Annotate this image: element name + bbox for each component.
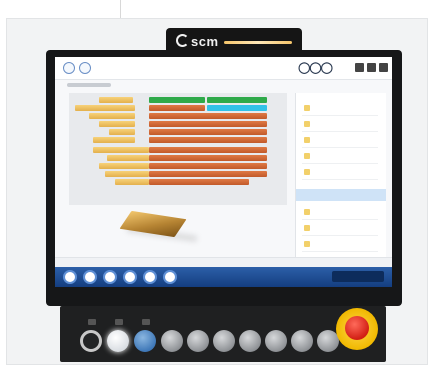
list-item[interactable] <box>302 117 378 132</box>
edit-icon[interactable] <box>143 270 157 284</box>
print-icon[interactable] <box>103 270 117 284</box>
grey-button[interactable] <box>291 330 313 352</box>
machine-icon[interactable] <box>63 270 77 284</box>
lumber-piece[interactable] <box>149 171 267 177</box>
lumber-piece[interactable] <box>149 163 267 169</box>
lumber-piece[interactable] <box>99 97 133 103</box>
window-restore-icon[interactable] <box>367 63 376 72</box>
lumber-piece[interactable] <box>109 129 135 135</box>
list-item[interactable] <box>302 101 378 116</box>
parameters-panel <box>295 93 386 257</box>
item-icon <box>304 241 310 247</box>
lumber-piece[interactable] <box>149 129 267 135</box>
lumber-piece[interactable] <box>115 179 149 185</box>
list-item[interactable] <box>302 133 378 148</box>
lumber-piece[interactable] <box>149 113 267 119</box>
lumber-piece[interactable] <box>149 137 267 143</box>
window-close-icon[interactable] <box>379 63 388 72</box>
home-icon[interactable] <box>63 62 75 74</box>
brand-logo: scm <box>176 34 219 49</box>
lumber-piece[interactable] <box>89 113 135 119</box>
brand-tag <box>332 271 384 282</box>
item-icon <box>304 121 310 127</box>
window-minimize-icon[interactable] <box>355 63 364 72</box>
grey-button[interactable] <box>213 330 235 352</box>
grey-button[interactable] <box>265 330 287 352</box>
lumber-piece[interactable] <box>99 121 135 127</box>
list-item[interactable] <box>302 205 378 220</box>
page-divider <box>120 0 121 18</box>
indicator-icon <box>142 319 150 325</box>
lumber-piece[interactable] <box>75 105 135 111</box>
item-icon <box>304 153 310 159</box>
lumber-piece[interactable] <box>99 163 149 169</box>
grey-button[interactable] <box>161 330 183 352</box>
breadcrumb <box>67 83 111 87</box>
grey-button[interactable] <box>239 330 261 352</box>
lumber-piece[interactable] <box>105 171 149 177</box>
blue-button[interactable] <box>134 330 156 352</box>
list-item[interactable] <box>302 149 378 164</box>
item-icon <box>304 209 310 215</box>
emergency-stop-button[interactable] <box>345 316 369 340</box>
item-icon <box>304 137 310 143</box>
power-button[interactable] <box>80 330 102 352</box>
item-icon <box>304 169 310 175</box>
logo-icon <box>176 34 189 47</box>
list-item[interactable] <box>302 165 378 180</box>
white-button[interactable] <box>107 330 129 352</box>
touch-screen: ◯◯◯ <box>55 57 392 287</box>
view-toggle-icons[interactable]: ◯◯◯ <box>298 61 333 74</box>
bottom-toolbar <box>55 267 392 287</box>
lumber-piece[interactable] <box>149 121 267 127</box>
settings-icon[interactable] <box>79 62 91 74</box>
app-header: ◯◯◯ <box>55 57 392 80</box>
layout-icon[interactable] <box>83 270 97 284</box>
indicator-icon <box>88 319 96 325</box>
lumber-piece[interactable] <box>149 155 267 161</box>
lumber-piece[interactable] <box>149 179 249 185</box>
info-icon[interactable] <box>123 270 137 284</box>
search-icon[interactable] <box>163 270 177 284</box>
lumber-piece-selected[interactable] <box>207 97 267 103</box>
grey-button[interactable] <box>187 330 209 352</box>
lumber-piece[interactable] <box>149 105 205 111</box>
list-item-selected[interactable] <box>296 189 386 201</box>
status-light-bar <box>224 41 292 44</box>
item-icon <box>304 105 310 111</box>
item-icon <box>304 225 310 231</box>
lumber-layout-view[interactable] <box>69 93 287 205</box>
lumber-piece[interactable] <box>149 147 267 153</box>
indicator-icon <box>115 319 123 325</box>
lumber-piece-selected[interactable] <box>149 97 205 103</box>
lumber-piece[interactable] <box>93 147 149 153</box>
lumber-piece[interactable] <box>93 137 135 143</box>
lumber-piece-highlight[interactable] <box>207 105 267 111</box>
lumber-piece[interactable] <box>107 155 149 161</box>
beam-3d-preview[interactable] <box>119 210 187 238</box>
list-item[interactable] <box>302 221 378 236</box>
list-item[interactable] <box>302 237 378 252</box>
